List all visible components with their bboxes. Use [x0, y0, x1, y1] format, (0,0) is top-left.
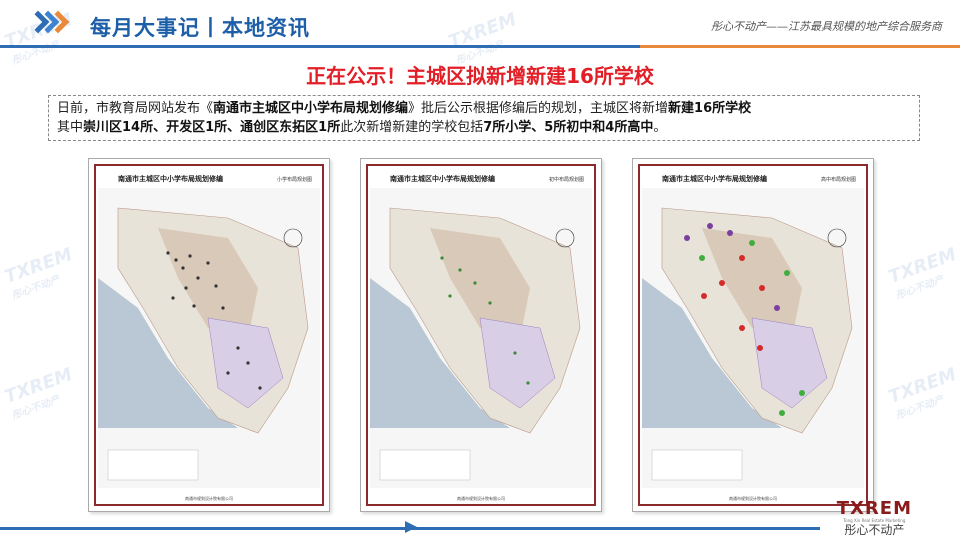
header-divider-blue	[0, 45, 640, 48]
map-figure	[642, 188, 864, 488]
map-figure	[370, 188, 592, 488]
page-title: 每月大事记丨本地资讯	[90, 16, 310, 40]
map-high-school[interactable]: 南通市主城区中小学布局规划修编 高中布局规划图 南通市规划设计院有限公司	[632, 158, 874, 512]
map-figure	[98, 188, 320, 488]
map-footer: 南通市规划设计院有限公司	[185, 496, 233, 501]
map-footer: 南通市规划设计院有限公司	[729, 496, 777, 501]
map-title: 南通市主城区中小学布局规划修编	[118, 175, 223, 183]
map-subtitle: 初中布局规划图	[548, 177, 584, 183]
header-divider-orange	[640, 45, 960, 48]
map-title: 南通市主城区中小学布局规划修编	[662, 175, 767, 183]
play-arrow-icon	[405, 521, 417, 533]
headline: 正在公示！主城区拟新增新建16所学校	[306, 64, 654, 88]
watermark: TXREM 彤心不动产	[885, 364, 960, 422]
watermark: TXREM 彤心不动产	[885, 244, 960, 302]
brand-logo: TXREM Tong Xin Real Estate Marketing 彤心不…	[836, 498, 912, 538]
header: 每月大事记丨本地资讯 彤心不动产——江苏最具规模的地产综合服务商	[0, 0, 960, 52]
map-title: 南通市主城区中小学布局规划修编	[390, 175, 495, 183]
map-primary-school[interactable]: 南通市主城区中小学布局规划修编 小学布局规划图 南通市规划设计院有限公司	[88, 158, 330, 512]
article-text: 日前，市教育局网站发布《南通市主城区中小学布局规划修编》批后公示根据修编后的规划…	[48, 95, 920, 141]
map-subtitle: 高中布局规划图	[820, 177, 856, 183]
map-subtitle: 小学布局规划图	[276, 177, 312, 183]
map-footer: 南通市规划设计院有限公司	[457, 496, 505, 501]
watermark: TXREM 彤心不动产	[1, 244, 76, 302]
watermark: TXREM 彤心不动产	[1, 364, 76, 422]
tagline: 彤心不动产——江苏最具规模的地产综合服务商	[711, 20, 942, 33]
chevron-arrows-icon	[30, 12, 60, 30]
map-middle-school[interactable]: 南通市主城区中小学布局规划修编 初中布局规划图 南通市规划设计院有限公司	[360, 158, 602, 512]
